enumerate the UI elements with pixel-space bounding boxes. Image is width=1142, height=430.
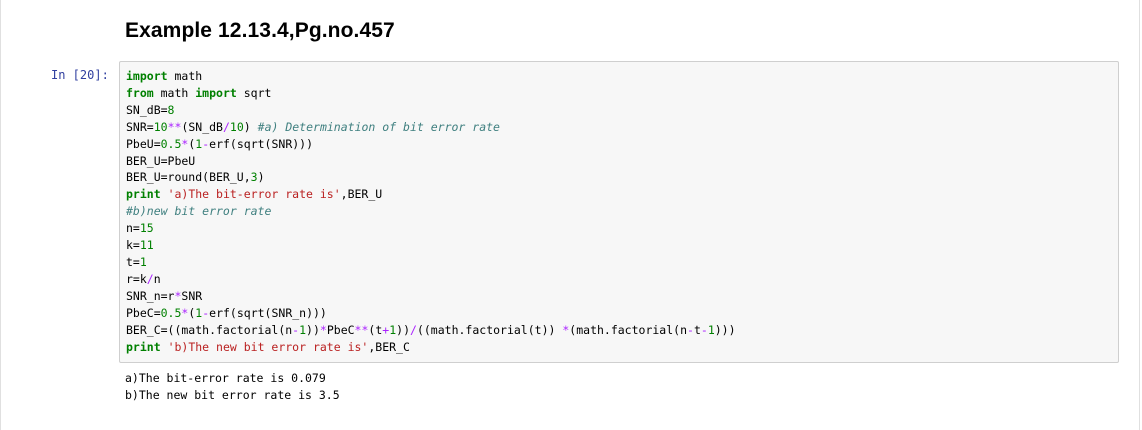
notebook-container: Example 12.13.4,Pg.no.457 In [20]: impor… bbox=[0, 0, 1140, 430]
input-prompt: In [20]: bbox=[51, 68, 109, 82]
cell-output: a)The bit-error rate is 0.079 b)The new … bbox=[125, 371, 340, 402]
example-heading: Example 12.13.4,Pg.no.457 bbox=[125, 19, 395, 42]
code-input-area[interactable]: import math from math import sqrt SN_dB=… bbox=[119, 61, 1119, 363]
code-editor[interactable]: import math from math import sqrt SN_dB=… bbox=[126, 68, 736, 355]
